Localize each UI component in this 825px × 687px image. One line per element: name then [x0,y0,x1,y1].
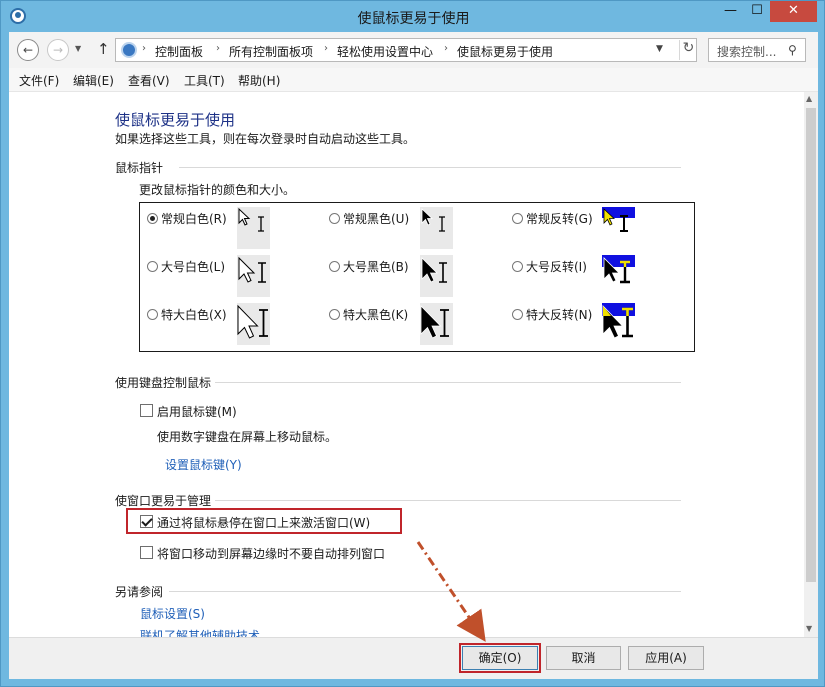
control-panel-window: 使鼠标更易于使用 — ☐ ✕ ← → ▼ ↑ › 控制面板 › 所有控制面板项 … [0,0,825,687]
annotation-arrow-icon [416,541,486,642]
